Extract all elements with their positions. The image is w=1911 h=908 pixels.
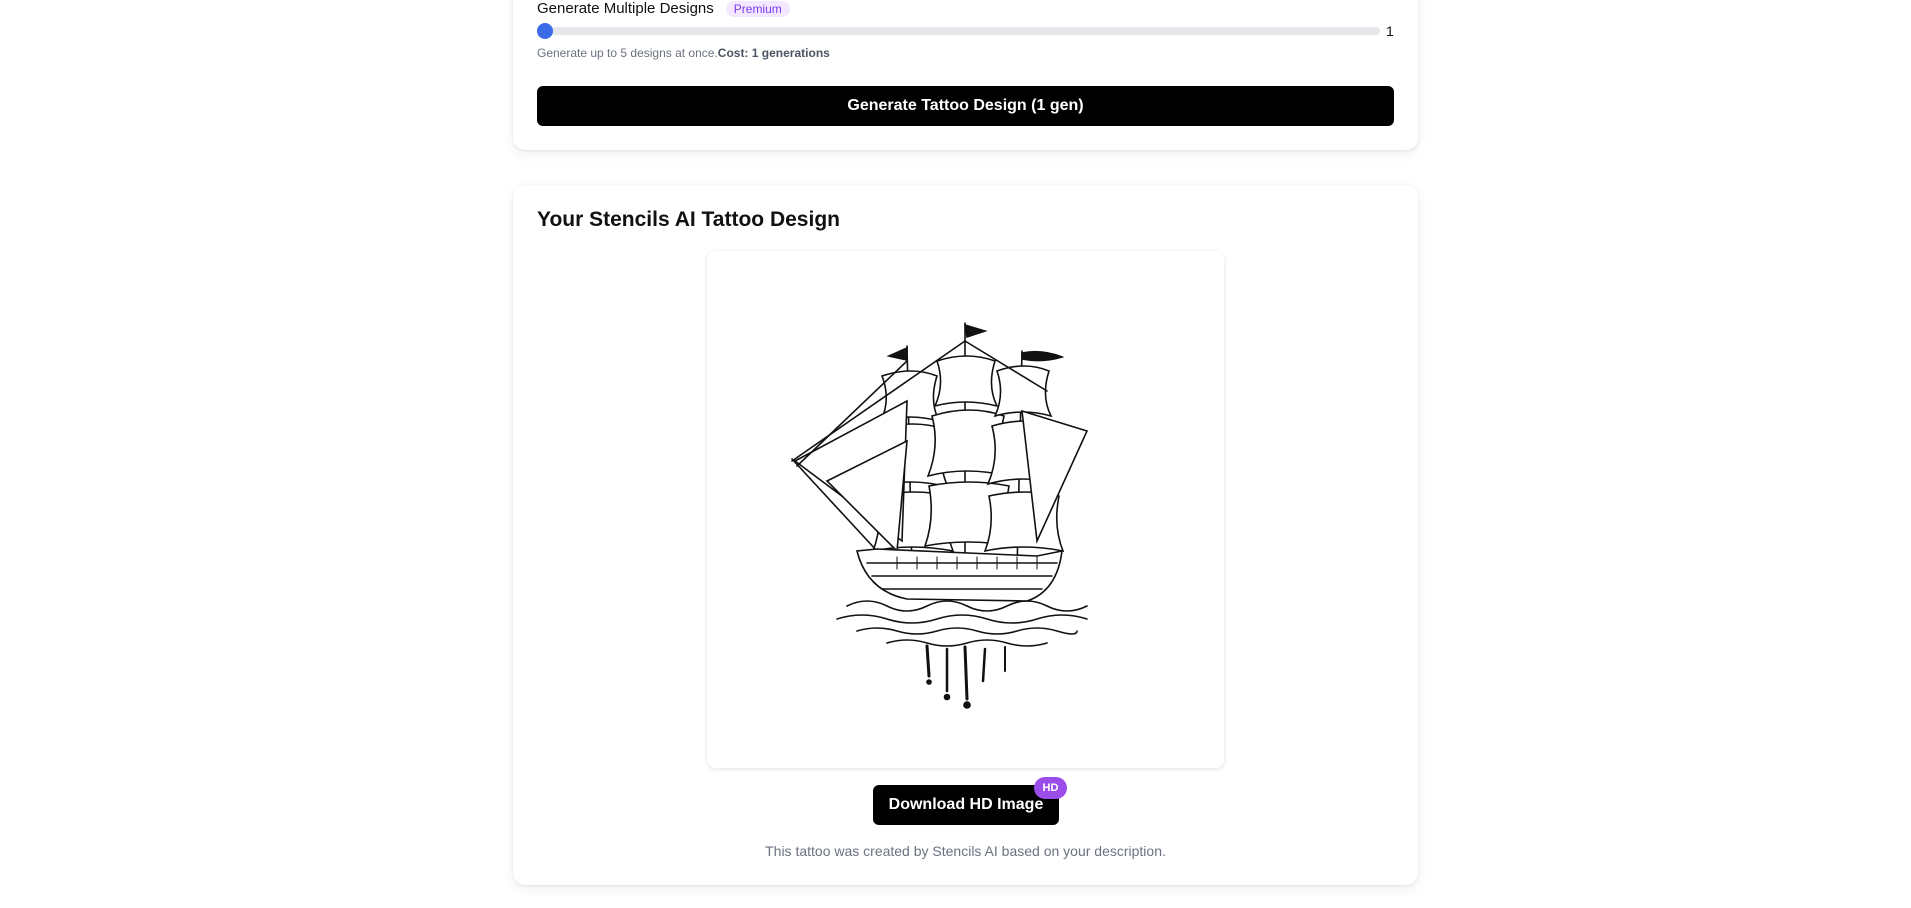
helper-cost: Cost: 1 generations (717, 46, 830, 60)
helper-description: Generate up to 5 designs at once. (537, 46, 718, 60)
multiple-designs-title: Generate Multiple Designs (537, 0, 714, 17)
ship-tattoo-image (791, 322, 1089, 709)
premium-badge: Premium (725, 0, 790, 17)
generator-card (513, 0, 1418, 150)
designs-slider-thumb[interactable] (537, 23, 553, 39)
tattoo-image-frame (707, 251, 1224, 768)
designs-slider-value: 1 (1386, 23, 1394, 39)
multiple-designs-label: Generate Multiple Designs Premium (537, 0, 790, 17)
hd-badge: HD (1034, 777, 1067, 799)
result-caption: This tattoo was created by Stencils AI b… (765, 843, 1166, 859)
result-title: Your Stencils AI Tattoo Design (537, 208, 840, 231)
generate-tattoo-button[interactable]: Generate Tattoo Design (1 gen) (537, 86, 1394, 126)
download-hd-button[interactable]: Download HD Image (873, 785, 1059, 825)
designs-slider-track[interactable] (540, 27, 1380, 35)
designs-helper-text: Generate up to 5 designs at once.Cost: 1… (537, 46, 830, 60)
